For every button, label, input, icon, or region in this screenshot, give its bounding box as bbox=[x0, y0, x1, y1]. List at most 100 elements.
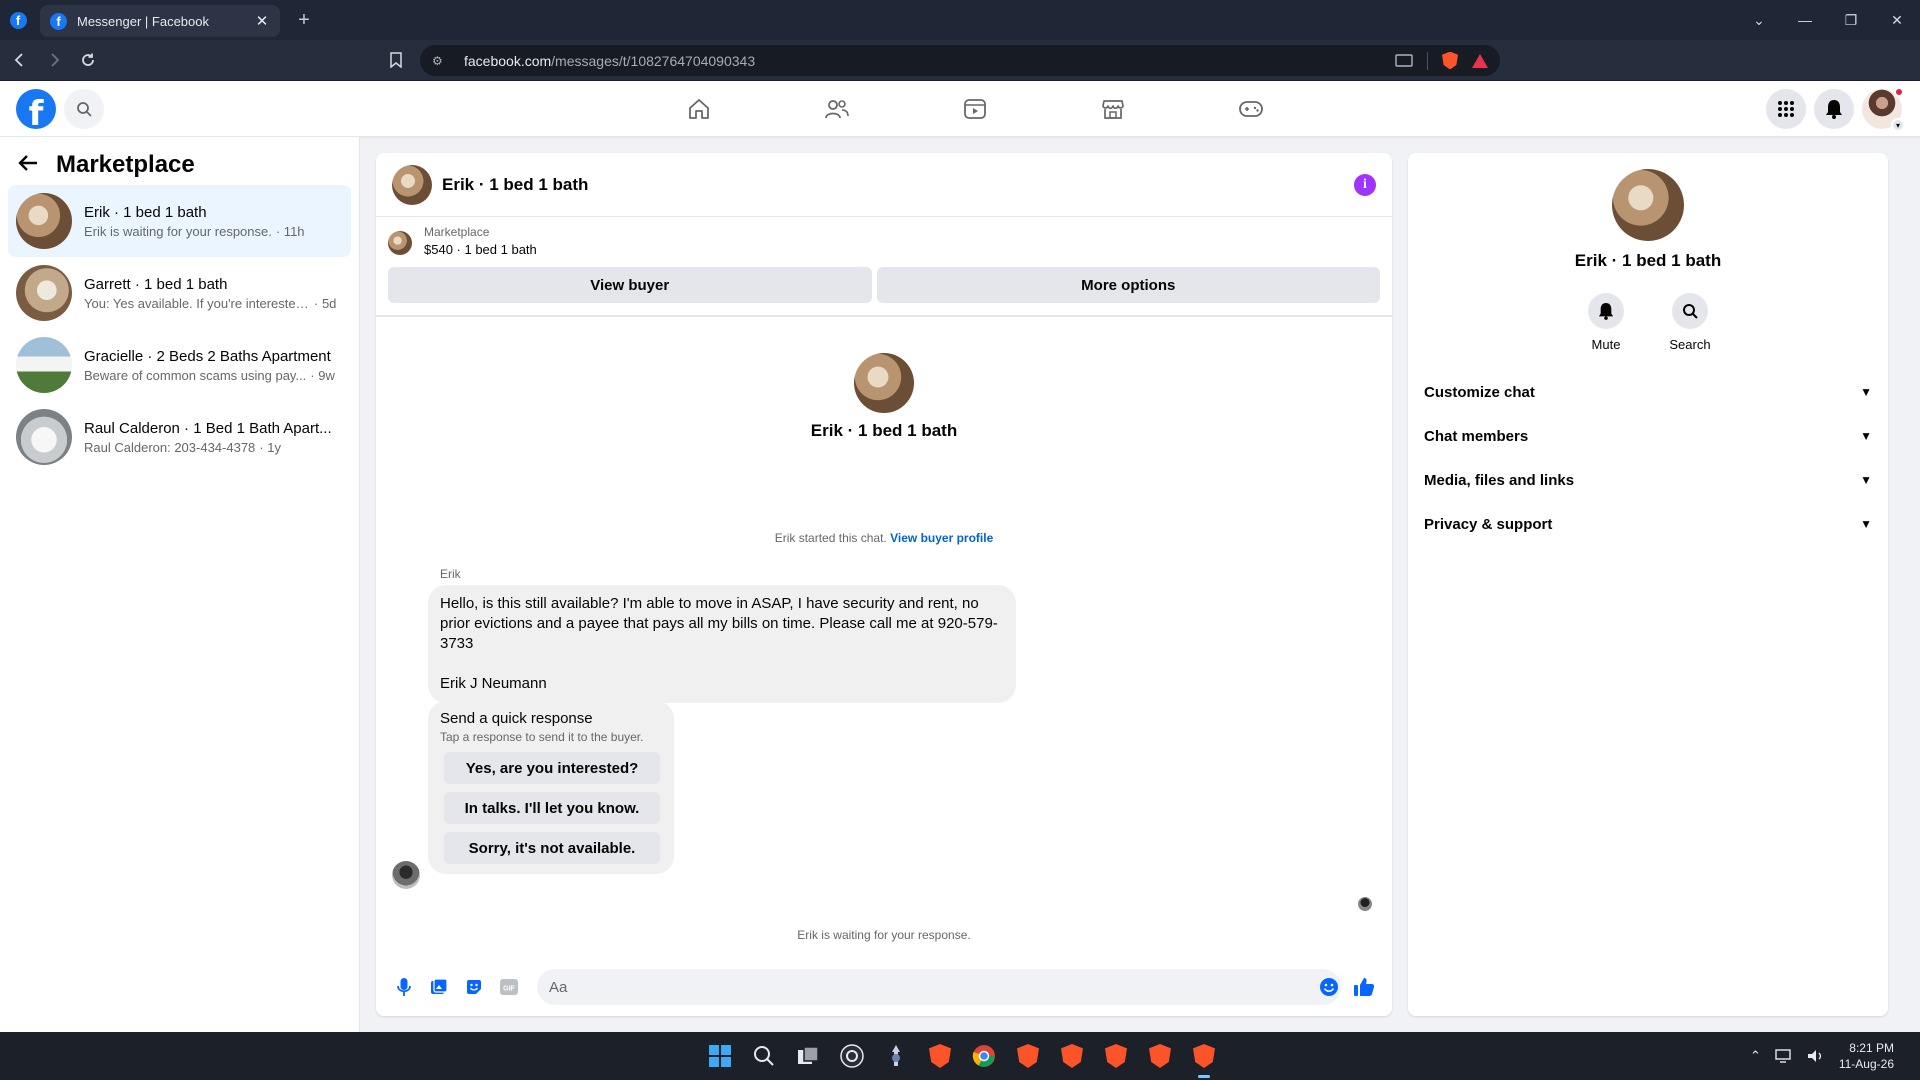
taskbar-app-brave[interactable] bbox=[1056, 1040, 1088, 1072]
tab-search-chevron-icon[interactable]: ⌄ bbox=[1736, 12, 1782, 29]
site-settings-icon[interactable]: ⚙ bbox=[432, 53, 448, 69]
account-nav: ▾ bbox=[1766, 87, 1905, 132]
bookmark-icon[interactable] bbox=[386, 50, 406, 70]
volume-icon[interactable] bbox=[1807, 1049, 1825, 1063]
minimize-window-button[interactable]: — bbox=[1782, 12, 1828, 28]
more-options-button[interactable]: More options bbox=[876, 267, 1380, 303]
back-arrow-icon[interactable] bbox=[18, 151, 48, 179]
marketplace-icon bbox=[1102, 100, 1124, 119]
clock[interactable]: 8:21 PM 11-Aug-26 bbox=[1839, 1040, 1894, 1072]
task-view-button[interactable] bbox=[792, 1040, 824, 1072]
message-signature: Erik J Neumann bbox=[440, 675, 547, 692]
taskbar-app-brave[interactable] bbox=[1144, 1040, 1176, 1072]
brave-shields-icon[interactable] bbox=[1442, 51, 1458, 70]
taskbar-app-obs[interactable] bbox=[836, 1040, 868, 1072]
start-button[interactable] bbox=[704, 1040, 736, 1072]
gaming-tab[interactable] bbox=[1182, 81, 1320, 137]
search-in-chat-button[interactable]: Search bbox=[1666, 293, 1714, 352]
waiting-notice: Erik is waiting for your response. bbox=[797, 928, 971, 942]
reload-button[interactable] bbox=[74, 46, 102, 74]
attach-photo-button[interactable] bbox=[421, 969, 456, 1005]
quick-response-button[interactable]: Sorry, it's not available. bbox=[444, 832, 660, 864]
brave-icon bbox=[1193, 1044, 1215, 1068]
close-window-button[interactable]: ✕ bbox=[1874, 12, 1920, 29]
browser-tab-active[interactable]: f Messenger | Facebook ✕ bbox=[40, 5, 280, 37]
bell-icon bbox=[1598, 303, 1614, 320]
task-view-icon bbox=[798, 1046, 819, 1064]
search-label: Search bbox=[1669, 337, 1711, 352]
taskbar-app-chrome[interactable] bbox=[968, 1040, 1000, 1072]
brave-icon bbox=[1017, 1044, 1039, 1068]
chevron-up-icon[interactable]: ⌃ bbox=[1750, 1048, 1761, 1064]
voice-clip-button[interactable] bbox=[386, 969, 421, 1005]
home-tab[interactable] bbox=[630, 81, 768, 137]
forward-button[interactable] bbox=[40, 46, 68, 74]
quick-response-card: Send a quick response Tap a response to … bbox=[428, 701, 674, 874]
video-tab[interactable] bbox=[906, 81, 1044, 137]
restore-window-button[interactable]: ❐ bbox=[1828, 12, 1874, 29]
new-tab-button[interactable]: + bbox=[292, 9, 316, 32]
pinned-tab-facebook[interactable]: f bbox=[0, 0, 36, 40]
quick-response-button[interactable]: Yes, are you interested? bbox=[444, 752, 660, 784]
forward-arrow-icon bbox=[51, 53, 60, 67]
tab-title: Messenger | Facebook bbox=[77, 13, 209, 29]
media-files-links-section[interactable]: Media, files and links ▼ bbox=[1416, 458, 1880, 502]
like-button[interactable] bbox=[1347, 969, 1382, 1005]
taskbar-app-game[interactable] bbox=[880, 1040, 912, 1072]
search-icon bbox=[1683, 304, 1698, 319]
taskbar-app-brave-active[interactable] bbox=[1188, 1040, 1220, 1078]
url-host: facebook.com bbox=[464, 52, 552, 69]
grid-icon bbox=[1778, 101, 1794, 117]
photo-icon bbox=[430, 978, 448, 994]
details-name: Erik · 1 bed 1 bath bbox=[1574, 251, 1722, 270]
taskbar-app-brave[interactable] bbox=[1100, 1040, 1132, 1072]
sticker-button[interactable] bbox=[456, 969, 491, 1005]
view-buyer-button[interactable]: View buyer bbox=[388, 267, 872, 303]
emoji-button[interactable] bbox=[1311, 969, 1347, 1005]
close-tab-icon[interactable]: ✕ bbox=[254, 12, 270, 30]
facebook-logo-icon[interactable]: f bbox=[16, 89, 56, 129]
customize-chat-section[interactable]: Customize chat ▼ bbox=[1416, 370, 1880, 414]
back-button[interactable] bbox=[6, 46, 34, 74]
chat-avatar[interactable] bbox=[392, 164, 432, 205]
brave-rewards-icon[interactable] bbox=[1472, 53, 1488, 68]
facebook-search-button[interactable] bbox=[64, 89, 104, 129]
conversation-item[interactable]: Garrett · 1 bed 1 bath You: Yes availabl… bbox=[8, 257, 351, 329]
conversation-name: Erik · 1 bed 1 bath bbox=[84, 203, 207, 221]
chat-started-notice: Erik started this chat. View buyer profi… bbox=[376, 531, 1392, 545]
taskbar-app-brave[interactable] bbox=[1012, 1040, 1044, 1072]
mute-label: Mute bbox=[1591, 337, 1621, 352]
search-icon bbox=[77, 102, 92, 117]
reload-icon bbox=[82, 53, 94, 66]
intro-name: Erik · 1 bed 1 bath bbox=[810, 421, 958, 440]
chat-members-section[interactable]: Chat members ▼ bbox=[1416, 414, 1880, 458]
conversation-age: · 5d bbox=[314, 295, 337, 311]
marketplace-tab[interactable] bbox=[1044, 81, 1182, 137]
started-text: Erik started this chat. bbox=[774, 531, 887, 545]
conversation-item[interactable]: Gracielle · 2 Beds 2 Baths Apartment Bew… bbox=[8, 329, 351, 401]
taskbar-app-brave[interactable] bbox=[924, 1040, 956, 1072]
mute-button[interactable]: Mute bbox=[1582, 293, 1630, 352]
conversation-preview: Beware of common scams using pay... bbox=[84, 367, 307, 383]
notifications-button[interactable] bbox=[1814, 89, 1854, 129]
chat-title[interactable]: Erik · 1 bed 1 bath bbox=[442, 175, 1354, 195]
menu-grid-button[interactable] bbox=[1766, 89, 1806, 129]
taskbar-search-button[interactable] bbox=[748, 1040, 780, 1072]
cast-icon[interactable] bbox=[1395, 53, 1413, 68]
account-avatar[interactable]: ▾ bbox=[1862, 87, 1905, 132]
conversation-item[interactable]: Raul Calderon · 1 Bed 1 Bath Apart... Ra… bbox=[8, 401, 351, 473]
privacy-support-section[interactable]: Privacy & support ▼ bbox=[1416, 502, 1880, 546]
url-text[interactable]: facebook.com/messages/t/1082764704090343 bbox=[464, 53, 1395, 69]
network-icon[interactable] bbox=[1775, 1049, 1793, 1063]
info-icon[interactable]: i bbox=[1354, 173, 1376, 196]
main-nav-tabs bbox=[630, 81, 1320, 137]
gif-button[interactable]: GIF bbox=[492, 969, 527, 1005]
view-buyer-profile-link[interactable]: View buyer profile bbox=[890, 531, 993, 545]
quick-response-button[interactable]: In talks. I'll let you know. bbox=[444, 792, 660, 824]
message-input[interactable] bbox=[536, 969, 1341, 1005]
friends-tab[interactable] bbox=[768, 81, 906, 137]
details-sections: Customize chat ▼ Chat members ▼ Media, f… bbox=[1408, 370, 1888, 546]
address-bar[interactable]: ⚙ facebook.com/messages/t/10827647040903… bbox=[420, 45, 1500, 76]
sender-avatar[interactable] bbox=[392, 861, 420, 889]
conversation-item[interactable]: Erik · 1 bed 1 bath Erik is waiting for … bbox=[8, 185, 351, 257]
